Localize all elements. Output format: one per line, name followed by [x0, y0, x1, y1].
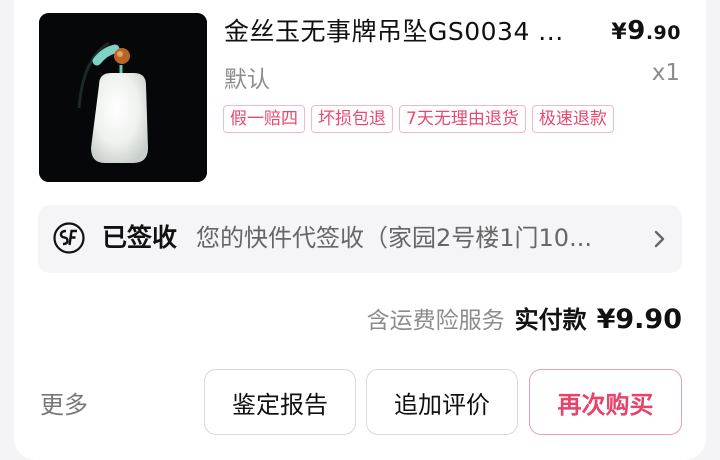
appraisal-report-button[interactable]: 鉴定报告: [204, 369, 356, 435]
logistics-bar[interactable]: 已签收 您的快件代签收（家园2号楼1门10...: [38, 205, 682, 273]
price-integer: 9: [627, 16, 646, 46]
chevron-right-icon: [654, 230, 665, 248]
product-thumbnail[interactable]: [39, 13, 207, 182]
product-title[interactable]: 金丝玉无事牌吊坠GS0034 ...: [224, 14, 594, 50]
service-tag: 7天无理由退货: [399, 105, 526, 133]
delivery-status: 已签收: [102, 223, 178, 252]
service-tags: 假一赔四 坏损包退 7天无理由退货 极速退款: [223, 105, 614, 133]
service-tag: 极速退款: [531, 105, 614, 133]
service-tag: 假一赔四: [223, 105, 305, 133]
product-price: ¥9.90: [611, 16, 681, 46]
shipping-insurance-note: 含运费险服务: [366, 308, 505, 334]
paid-amount: ¥9.90: [596, 304, 682, 335]
add-review-button[interactable]: 追加评价: [366, 369, 518, 435]
product-quantity: x1: [651, 60, 680, 86]
paid-label: 实付款: [514, 306, 587, 334]
payment-summary: 含运费险服务 实付款 ¥9.90: [367, 300, 682, 335]
delivery-description: 您的快件代签收（家园2号楼1门10...: [196, 224, 592, 252]
price-decimal: .90: [645, 22, 681, 44]
pendant-image: [39, 13, 207, 182]
price-currency: ¥: [611, 20, 628, 45]
product-spec: 默认: [224, 67, 270, 93]
sf-express-icon: [53, 222, 85, 254]
more-link[interactable]: 更多: [40, 385, 88, 420]
service-tag: 坏损包退: [311, 105, 393, 133]
buy-again-button[interactable]: 再次购买: [529, 369, 682, 435]
